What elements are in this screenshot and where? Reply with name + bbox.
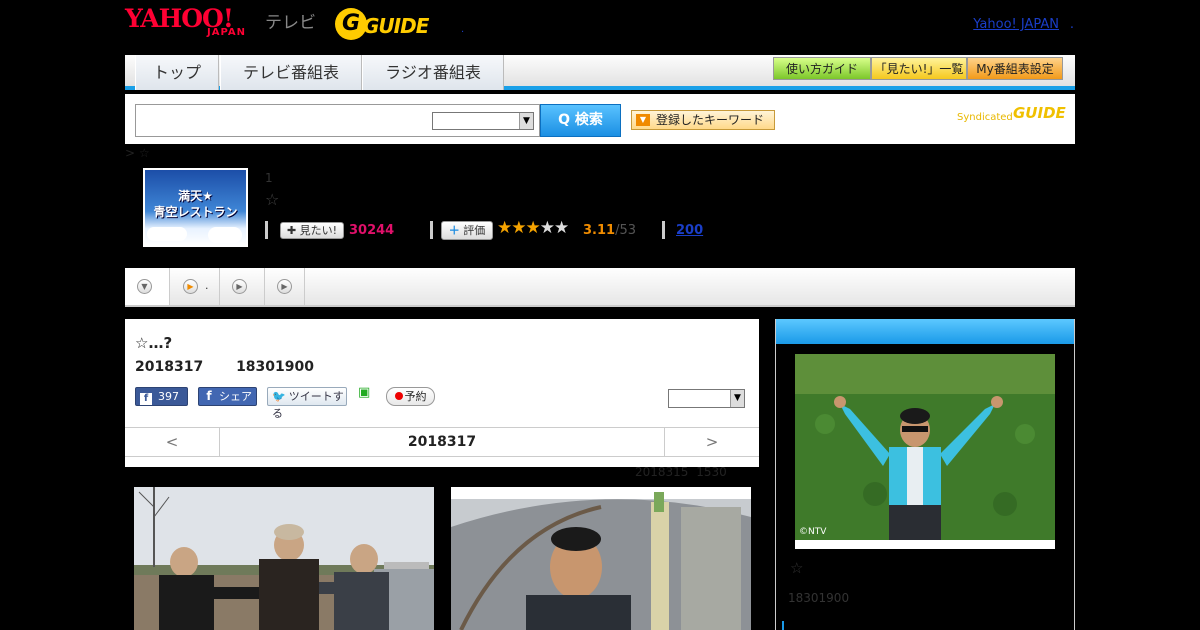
facebook-icon: f: [140, 393, 152, 405]
add-calendar-icon[interactable]: ▣: [358, 386, 372, 402]
syndicated-logo: GUIDE: [1013, 104, 1066, 122]
play-icon: ▶: [232, 279, 247, 294]
star-icon: ★: [511, 218, 526, 238]
saved-keywords-label: 登録したキーワード: [656, 113, 765, 127]
record-dot-icon: [394, 392, 403, 400]
cloud-shape: [208, 227, 242, 243]
program-thumbnail[interactable]: 満天★ 青空レストラン: [143, 168, 248, 247]
main-navbar: トップ テレビ番組表 ラジオ番組表 使い方ガイド 「見たい!」一覧 My番組表設…: [125, 55, 1075, 90]
updated-timestamp: 2018315 1530: [635, 465, 727, 479]
sidebar: ©NTV ☆ 18301900: [775, 319, 1075, 630]
syndicated-label: Syndicated: [957, 112, 1013, 123]
rating-count: /53: [615, 223, 636, 238]
rate-button[interactable]: ＋ 評価: [441, 221, 493, 240]
star-icon: ★: [539, 218, 555, 238]
star-icon: ★: [497, 218, 512, 238]
program-star: ☆: [265, 190, 280, 209]
breadcrumb[interactable]: > ☆: [125, 146, 150, 160]
gguide-logo-text: GUIDE: [363, 14, 429, 38]
search-bar: ▼ Q 検索 ▼ 登録したキーワード Syndicated GUIDE: [125, 94, 1075, 144]
rating-stars: ★★★★★: [497, 218, 569, 238]
dropdown-triangle-icon: ▼: [636, 114, 650, 126]
tv-label: テレビ: [265, 13, 316, 33]
thumbnail-title-line1: 満天★: [178, 189, 213, 203]
search-category-select[interactable]: ▼: [432, 112, 534, 130]
facebook-icon: f: [206, 389, 212, 403]
facebook-like-button[interactable]: f 397: [135, 387, 188, 406]
facebook-share-button[interactable]: f シェア: [198, 387, 257, 406]
photo-credit: ©NTV: [799, 527, 827, 537]
twitter-bird-icon: 🐦: [272, 390, 286, 403]
play-icon: ▶: [183, 279, 198, 294]
plus-icon: ＋: [448, 224, 460, 237]
chevron-down-icon: ▼: [137, 279, 152, 294]
header-link-dot: .: [1069, 17, 1074, 32]
mitai-count: 30244: [349, 223, 395, 238]
divider-bar: [430, 221, 433, 239]
rate-button-label: 評価: [463, 224, 486, 237]
sidebar-photo-image: ©NTV: [795, 354, 1055, 549]
reserve-label: 予約: [404, 390, 427, 403]
search-button[interactable]: Q 検索: [540, 104, 621, 137]
play-icon: ▶: [277, 279, 292, 294]
divider-bar: [662, 221, 665, 239]
tab-play-1-label: .: [205, 279, 209, 292]
divider-bar: [265, 221, 268, 239]
tweet-button[interactable]: 🐦 ツイートする: [267, 387, 347, 420]
header-dot: .: [461, 24, 465, 35]
tab-play-3[interactable]: ▶: [265, 268, 305, 305]
mitai-list-button[interactable]: 「見たい!」一覧: [871, 57, 967, 80]
page: YAHOO! JAPAN テレビ G GUIDE . Yahoo! JAPAN …: [125, 0, 1075, 630]
tab-expand[interactable]: ▼: [125, 268, 170, 305]
guide-button[interactable]: 使い方ガイド: [773, 57, 871, 80]
yahoo-logo-sub: JAPAN: [207, 27, 246, 38]
episode-photo-2[interactable]: [451, 487, 751, 630]
facebook-like-count: 397: [158, 390, 179, 403]
chevron-down-icon: ▼: [519, 113, 533, 129]
yahoo-japan-link[interactable]: Yahoo! JAPAN: [973, 17, 1059, 32]
rating-score: 3.11: [583, 223, 616, 238]
episode-title: ☆…?: [135, 334, 173, 352]
yahoo-logo[interactable]: YAHOO! JAPAN: [125, 6, 245, 38]
thumbnail-title-line2: 青空レストラン: [153, 205, 238, 219]
saved-keywords-button[interactable]: ▼ 登録したキーワード: [631, 110, 775, 130]
tab-radio-schedule[interactable]: ラジオ番組表: [362, 55, 504, 90]
program-thumbnail-title: 満天★ 青空レストラン: [145, 188, 246, 220]
episode-date: 2018317 18301900: [135, 359, 314, 375]
review-count-link[interactable]: 200: [676, 223, 703, 238]
tab-tv-schedule[interactable]: テレビ番組表: [220, 55, 362, 90]
facebook-share-label: シェア: [219, 390, 252, 403]
sidebar-marker: [782, 621, 784, 630]
episode-select[interactable]: ▼: [668, 389, 745, 408]
reserve-button[interactable]: 予約: [386, 387, 435, 406]
chevron-down-icon: ▼: [730, 390, 744, 407]
episode-photo-2-image: [451, 487, 751, 630]
cloud-shape: [147, 227, 187, 241]
program-number: 1: [265, 171, 273, 185]
sidebar-star: ☆: [790, 559, 804, 577]
program-tabs: ▼ ▶ . ▶ ▶: [125, 268, 1075, 307]
my-schedule-button[interactable]: My番組表設定: [967, 57, 1063, 80]
gguide-logo[interactable]: G GUIDE: [335, 8, 431, 40]
tab-play-2[interactable]: ▶: [220, 268, 265, 305]
tab-top[interactable]: トップ: [135, 55, 219, 90]
current-date: 2018317: [407, 434, 477, 450]
sidebar-photo[interactable]: ©NTV: [795, 354, 1055, 549]
sidebar-time: 18301900: [788, 591, 850, 605]
next-date-button[interactable]: >: [664, 428, 759, 456]
date-navigation: < 2018317 >: [125, 427, 759, 457]
tab-play-1[interactable]: ▶ .: [170, 268, 220, 305]
episode-photo-1-image: [134, 487, 434, 630]
star-icon: ★: [525, 218, 541, 238]
rating-value: 3.11/53: [583, 223, 636, 238]
episode-panel: ☆…? 2018317 18301900 f 397 f シェア 🐦 ツイートする ▣…: [125, 319, 759, 467]
sidebar-header: [776, 319, 1074, 344]
star-icon: ★: [554, 218, 569, 238]
episode-photo-1[interactable]: [134, 487, 434, 630]
prev-date-button[interactable]: <: [125, 428, 220, 456]
mitai-button[interactable]: ✚ 見たい!: [280, 222, 344, 239]
